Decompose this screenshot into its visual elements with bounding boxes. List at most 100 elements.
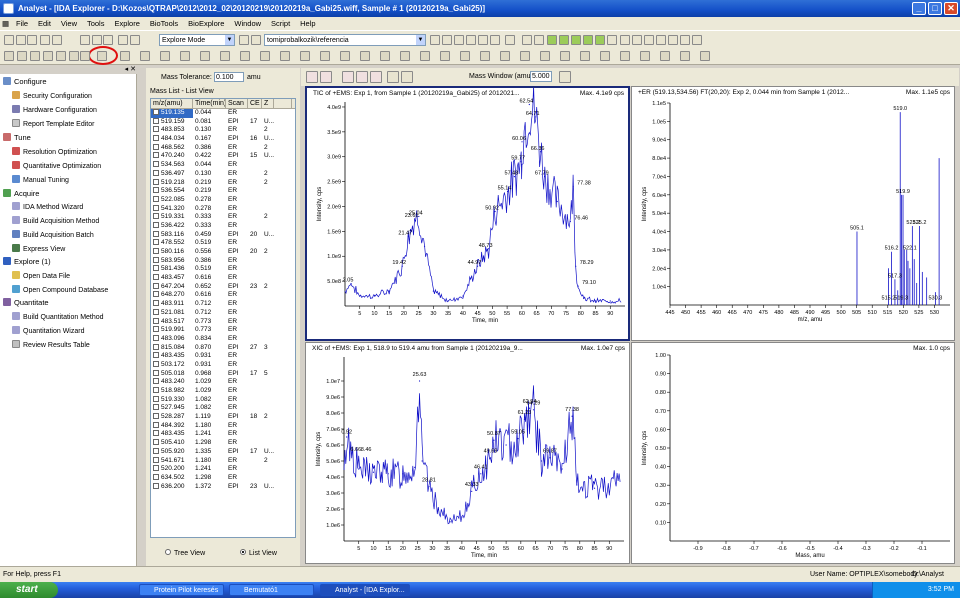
menu-explore[interactable]: Explore — [110, 17, 143, 30]
nav-section-quantitate[interactable]: Quantitate — [3, 298, 49, 307]
mass-list-row[interactable]: 536.554 0.219 ER — [151, 187, 295, 196]
mass-list-row[interactable]: 528.287 1.119 EPI 18 2 — [151, 413, 295, 422]
mass-list-row[interactable]: 580.116 0.556 EPI 20 2 — [151, 248, 295, 257]
toolbar-button-6[interactable] — [80, 35, 90, 45]
toolbar-button-r2-35[interactable] — [640, 51, 650, 61]
mass-tolerance-input[interactable]: 0.100 — [214, 72, 244, 82]
mass-list-row[interactable]: 468.562 0.386 ER 2 — [151, 143, 295, 153]
toolbar-button-r2-36[interactable] — [660, 51, 670, 61]
toolbar-button-r2-29[interactable] — [520, 51, 530, 61]
nav-ida-method-wizard[interactable]: IDA Method Wizard — [12, 202, 83, 212]
toolbar-button-2[interactable] — [16, 35, 26, 45]
mass-list-row[interactable]: 583.116 0.459 EPI 20 U... — [151, 230, 295, 240]
checkbox[interactable] — [153, 143, 159, 150]
mass-list-row[interactable]: 541.320 0.278 ER — [151, 204, 295, 214]
toolbar-button-r2-26[interactable] — [460, 51, 470, 61]
mass-list-row[interactable]: 483.096 0.834 ER — [151, 334, 295, 344]
mass-list-row[interactable]: 483.435 0.931 ER — [151, 352, 295, 361]
checkbox[interactable] — [153, 204, 159, 211]
checkbox[interactable] — [153, 473, 159, 480]
toolbar-button-r1-17[interactable] — [607, 35, 617, 45]
toolbar-button-r2-32[interactable] — [580, 51, 590, 61]
checkbox[interactable] — [153, 334, 159, 341]
mass-list-row[interactable]: 470.240 0.422 EPI 15 U... — [151, 152, 295, 161]
toolbar-button-r1-5[interactable] — [454, 35, 464, 45]
checkbox[interactable] — [153, 439, 159, 446]
mass-list-row[interactable]: 583.956 0.386 ER — [151, 256, 295, 266]
checkbox[interactable] — [153, 230, 159, 237]
mass-list-row[interactable]: 519.159 0.081 EPI 17 U... — [151, 117, 295, 127]
magnify-icon[interactable] — [559, 71, 571, 83]
mass-list-row[interactable]: 536.497 0.130 ER 2 — [151, 169, 295, 179]
toolbar-button-10[interactable] — [130, 35, 140, 45]
toolbar-button-r2-8[interactable] — [97, 51, 107, 61]
mass-list-row[interactable]: 519.991 0.773 ER — [151, 326, 295, 335]
toolbar-button-r1-9[interactable] — [505, 35, 515, 45]
zoom-xy-icon[interactable] — [370, 71, 382, 83]
label-peaks-icon[interactable] — [306, 71, 318, 83]
toolbar-button-r2-23[interactable] — [400, 51, 410, 61]
toolbar-button-r2-21[interactable] — [360, 51, 370, 61]
nav-hardware-configuration[interactable]: Hardware Configuration — [12, 105, 97, 115]
checkbox[interactable] — [153, 456, 159, 463]
mass-list-row[interactable]: 527.945 1.082 ER — [151, 404, 295, 413]
toolbar-button-r1-8[interactable] — [490, 35, 500, 45]
nav-resolution-optimization[interactable]: Resolution Optimization — [12, 147, 97, 157]
toolbar-button-9[interactable] — [118, 35, 128, 45]
toolbar-button-r1-16[interactable] — [595, 35, 605, 45]
zoom-y-icon[interactable] — [356, 71, 368, 83]
label-peaks-alt-icon[interactable] — [320, 71, 332, 83]
toolbar-button-r2-12[interactable] — [180, 51, 190, 61]
toolbar-button-r2-22[interactable] — [380, 51, 390, 61]
mass-list-row[interactable]: 636.200 1.372 EPI 23 U... — [151, 482, 295, 492]
menu-view[interactable]: View — [57, 17, 81, 30]
checkbox[interactable] — [153, 430, 159, 437]
checkbox[interactable] — [153, 421, 159, 428]
column-header[interactable] — [274, 99, 292, 108]
mass-list-row[interactable]: 505.920 1.335 EPI 17 U... — [151, 447, 295, 457]
checkbox[interactable] — [153, 169, 159, 176]
toolbar-button-r2-4[interactable] — [43, 51, 53, 61]
toolbar-button-r1-3[interactable] — [430, 35, 440, 45]
column-header[interactable]: Z — [262, 99, 274, 108]
mass-list-row[interactable]: 484.034 0.167 EPI 16 U... — [151, 135, 295, 144]
nav-report-template-editor[interactable]: Report Template Editor — [12, 119, 94, 129]
toolbar-button-r2-33[interactable] — [600, 51, 610, 61]
checkbox[interactable] — [153, 274, 159, 281]
mass-list-row[interactable]: 581.436 0.519 ER — [151, 265, 295, 274]
checkbox[interactable] — [153, 404, 159, 411]
mass-list-row[interactable]: 541.671 1.180 ER 2 — [151, 456, 295, 466]
mass-list-row[interactable]: 519.330 1.082 ER — [151, 395, 295, 405]
toolbar-button-r2-17[interactable] — [280, 51, 290, 61]
mass-list-row[interactable]: 815.084 0.870 EPI 27 3 — [151, 343, 295, 353]
checkbox[interactable] — [153, 248, 159, 254]
toolbar-button-7[interactable] — [92, 35, 102, 45]
checkbox[interactable] — [153, 239, 159, 246]
mass-list-row[interactable]: 522.085 0.278 ER — [151, 195, 295, 205]
toolbar-button-r2-25[interactable] — [440, 51, 450, 61]
mass-list-row[interactable]: 519.331 0.333 ER 2 — [151, 213, 295, 222]
task-protein-pilot[interactable]: Protein Pilot keresés — [139, 584, 224, 596]
toolbar-button-r2-34[interactable] — [620, 51, 630, 61]
nav-security-configuration[interactable]: Security Configuration — [12, 91, 92, 101]
checkbox[interactable] — [153, 369, 159, 376]
checkbox[interactable] — [153, 221, 159, 228]
column-header[interactable]: Scan — [226, 99, 248, 108]
mass-list-row[interactable]: 505.410 1.298 ER — [151, 439, 295, 448]
toolbar-button-r2-1[interactable] — [4, 51, 14, 61]
checkbox[interactable] — [153, 109, 159, 115]
toolbar-button-r2-27[interactable] — [480, 51, 490, 61]
mass-list-row[interactable]: 483.911 0.712 ER — [151, 300, 295, 309]
checkbox[interactable] — [153, 352, 159, 359]
toolbar-button-r1-23[interactable] — [680, 35, 690, 45]
list-view-radio[interactable]: List View — [240, 549, 277, 557]
nav-review-results-table[interactable]: Review Results Table — [12, 340, 90, 350]
toolbar-button-1[interactable] — [4, 35, 14, 45]
toolbar-button-5[interactable] — [52, 35, 62, 45]
toolbar-button-3[interactable] — [27, 35, 37, 45]
toolbar-button-r1-6[interactable] — [466, 35, 476, 45]
toolbar-button-r1-1[interactable] — [239, 35, 249, 45]
toolbar-button-r2-31[interactable] — [560, 51, 570, 61]
single-pane-icon[interactable] — [387, 71, 399, 83]
checkbox[interactable] — [153, 126, 159, 133]
